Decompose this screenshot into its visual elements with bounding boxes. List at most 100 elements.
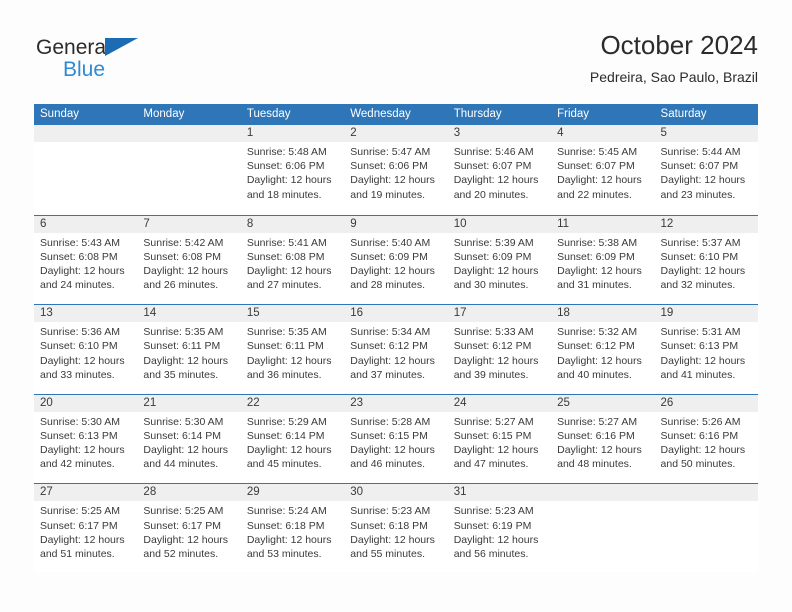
day-detail-line: Daylight: 12 hours: [453, 533, 539, 546]
day-details: Sunrise: 5:30 AM Sunset: 6:14 PM Daylight:…: [137, 411, 241, 483]
day-details: Sunrise: 5:44 AM Sunset: 6:07 PM Daylight:…: [654, 142, 758, 213]
day-cell-24[interactable]: 24 Sunrise: 5:27 AM Sunset: 6:15 PM Dayligh…: [447, 394, 552, 484]
day-detail-line: Sunset: 6:06 PM: [246, 160, 325, 173]
day-details: Sunrise: 5:35 AM Sunset: 6:11 PM Daylight:…: [240, 322, 345, 394]
day-cell-19[interactable]: 19 Sunrise: 5:31 AM Sunset: 6:13 PM Dayligh…: [654, 305, 758, 394]
day-detail-line: Daylight: 12 hours: [40, 533, 125, 546]
day-cell-11[interactable]: 11 Sunrise: 5:38 AM Sunset: 6:09 PM Dayligh…: [551, 215, 655, 305]
day-number: 15: [240, 305, 345, 323]
day-number: [551, 484, 655, 502]
day-detail-line: Sunrise: 5:30 AM: [40, 415, 120, 428]
day-details: [551, 501, 655, 573]
day-cell-6[interactable]: 6 Sunrise: 5:43 AM Sunset: 6:08 PM Daylight…: [34, 215, 138, 305]
day-cell-7[interactable]: 7 Sunrise: 5:42 AM Sunset: 6:08 PM Daylight…: [137, 215, 241, 305]
day-detail-line: Sunset: 6:19 PM: [453, 519, 532, 532]
weekday-header-wednesday: Wednesday: [350, 108, 411, 120]
day-details: Sunrise: 5:41 AM Sunset: 6:08 PM Daylight:…: [240, 232, 345, 304]
day-cell-3[interactable]: 3 Sunrise: 5:46 AM Sunset: 6:07 PM Daylight…: [447, 125, 552, 215]
day-cell-20[interactable]: 20 Sunrise: 5:30 AM Sunset: 6:13 PM Dayligh…: [34, 394, 138, 484]
day-cell-23[interactable]: 23 Sunrise: 5:28 AM Sunset: 6:15 PM Dayligh…: [344, 394, 448, 484]
day-detail-line: and 22 minutes.: [557, 188, 632, 201]
brand-logo[interactable]: General Blue: [34, 28, 234, 88]
day-number: 22: [240, 394, 345, 412]
day-detail-line: Sunset: 6:11 PM: [246, 340, 324, 353]
day-detail-line: Sunrise: 5:35 AM: [246, 326, 327, 339]
day-cell-14[interactable]: 14 Sunrise: 5:35 AM Sunset: 6:11 PM Dayligh…: [137, 305, 241, 394]
weekday-header-monday: Monday: [143, 108, 185, 120]
brand-triangle-icon: [105, 38, 138, 56]
day-detail-line: Sunset: 6:16 PM: [557, 429, 635, 442]
day-details: Sunrise: 5:43 AM Sunset: 6:08 PM Daylight:…: [34, 232, 138, 304]
day-detail-line: Sunset: 6:15 PM: [453, 429, 532, 442]
day-cell-29[interactable]: 29 Sunrise: 5:24 AM Sunset: 6:18 PM Dayligh…: [240, 484, 345, 573]
day-detail-line: and 53 minutes.: [246, 547, 322, 560]
day-detail-line: Sunrise: 5:42 AM: [143, 236, 224, 249]
day-cell-27[interactable]: 27 Sunrise: 5:25 AM Sunset: 6:17 PM Dayligh…: [34, 484, 138, 573]
day-cell-15[interactable]: 15 Sunrise: 5:35 AM Sunset: 6:11 PM Dayligh…: [240, 305, 345, 394]
day-detail-line: Sunset: 6:12 PM: [453, 340, 532, 353]
day-cell-21[interactable]: 21 Sunrise: 5:30 AM Sunset: 6:14 PM Dayligh…: [137, 394, 241, 484]
day-cell-empty: [34, 125, 138, 215]
day-detail-line: Sunrise: 5:26 AM: [660, 415, 741, 428]
day-cell-31[interactable]: 31 Sunrise: 5:23 AM Sunset: 6:19 PM Dayligh…: [447, 484, 552, 573]
day-detail-line: Sunrise: 5:30 AM: [143, 415, 224, 428]
day-details: Sunrise: 5:37 AM Sunset: 6:10 PM Daylight:…: [654, 232, 758, 304]
day-cell-4[interactable]: 4 Sunrise: 5:45 AM Sunset: 6:07 PM Daylight…: [551, 125, 655, 215]
brand-name-top: General: [36, 36, 111, 59]
day-details: [654, 501, 758, 573]
day-cell-22[interactable]: 22 Sunrise: 5:29 AM Sunset: 6:14 PM Dayligh…: [240, 394, 345, 484]
day-details: Sunrise: 5:34 AM Sunset: 6:12 PM Daylight:…: [344, 322, 448, 394]
day-detail-line: Sunset: 6:13 PM: [40, 429, 118, 442]
day-detail-line: Daylight: 12 hours: [557, 444, 642, 457]
day-cell-30[interactable]: 30 Sunrise: 5:23 AM Sunset: 6:18 PM Dayligh…: [344, 484, 448, 573]
day-details: Sunrise: 5:23 AM Sunset: 6:18 PM Daylight:…: [344, 501, 448, 573]
day-number: 18: [551, 305, 655, 323]
day-detail-line: Daylight: 12 hours: [557, 174, 642, 187]
day-detail-line: Daylight: 12 hours: [40, 354, 125, 367]
day-detail-line: Daylight: 12 hours: [246, 533, 332, 546]
day-details: Sunrise: 5:38 AM Sunset: 6:09 PM Daylight:…: [551, 232, 655, 304]
day-cell-18[interactable]: 18 Sunrise: 5:32 AM Sunset: 6:12 PM Dayligh…: [551, 305, 655, 394]
day-cell-2[interactable]: 2 Sunrise: 5:47 AM Sunset: 6:06 PM Daylight…: [344, 125, 448, 215]
day-detail-line: Sunrise: 5:31 AM: [660, 326, 741, 339]
day-detail-line: and 41 minutes.: [660, 368, 736, 381]
day-number: 17: [447, 305, 552, 323]
day-detail-line: and 37 minutes.: [350, 368, 425, 381]
day-cell-25[interactable]: 25 Sunrise: 5:27 AM Sunset: 6:16 PM Dayligh…: [551, 394, 655, 484]
title-block: October 2024 Pedreira, Sao Paulo, Brazil: [590, 28, 758, 88]
day-detail-line: Sunset: 6:17 PM: [40, 519, 118, 532]
day-details: Sunrise: 5:33 AM Sunset: 6:12 PM Daylight:…: [447, 322, 552, 394]
day-detail-line: Sunrise: 5:28 AM: [350, 415, 431, 428]
day-cell-13[interactable]: 13 Sunrise: 5:36 AM Sunset: 6:10 PM Dayligh…: [34, 305, 138, 394]
day-cell-9[interactable]: 9 Sunrise: 5:40 AM Sunset: 6:09 PM Daylight…: [344, 215, 448, 305]
day-cell-8[interactable]: 8 Sunrise: 5:41 AM Sunset: 6:08 PM Daylight…: [240, 215, 345, 305]
day-cell-12[interactable]: 12 Sunrise: 5:37 AM Sunset: 6:10 PM Dayligh…: [654, 215, 758, 305]
day-detail-line: Sunrise: 5:45 AM: [557, 146, 638, 158]
day-number: 29: [240, 484, 345, 502]
day-detail-line: and 31 minutes.: [557, 279, 632, 292]
day-number: 27: [34, 484, 138, 502]
day-number: 31: [447, 484, 552, 502]
weekday-header-tuesday: Tuesday: [246, 108, 291, 120]
day-number: 14: [137, 305, 241, 323]
day-number: [654, 484, 758, 502]
day-number: 21: [137, 394, 241, 412]
day-detail-line: Sunrise: 5:32 AM: [557, 326, 638, 339]
day-detail-line: Sunrise: 5:36 AM: [40, 326, 120, 339]
day-cell-28[interactable]: 28 Sunrise: 5:25 AM Sunset: 6:17 PM Dayligh…: [137, 484, 241, 573]
day-cell-10[interactable]: 10 Sunrise: 5:39 AM Sunset: 6:09 PM Dayligh…: [447, 215, 552, 305]
day-cell-5[interactable]: 5 Sunrise: 5:44 AM Sunset: 6:07 PM Daylight…: [654, 125, 758, 215]
day-cell-26[interactable]: 26 Sunrise: 5:26 AM Sunset: 6:16 PM Dayligh…: [654, 394, 758, 484]
day-details: Sunrise: 5:30 AM Sunset: 6:13 PM Daylight:…: [34, 411, 138, 483]
day-details: Sunrise: 5:27 AM Sunset: 6:16 PM Daylight:…: [551, 411, 655, 483]
day-detail-line: Sunrise: 5:40 AM: [350, 236, 431, 249]
day-detail-line: Sunrise: 5:29 AM: [246, 415, 327, 428]
day-detail-line: Sunset: 6:15 PM: [350, 429, 428, 442]
day-cell-1[interactable]: 1 Sunrise: 5:48 AM Sunset: 6:06 PM Daylight…: [240, 125, 345, 215]
day-cell-17[interactable]: 17 Sunrise: 5:33 AM Sunset: 6:12 PM Dayligh…: [447, 305, 552, 394]
day-detail-line: Sunrise: 5:44 AM: [660, 146, 741, 158]
day-number: 11: [551, 215, 655, 233]
day-cell-16[interactable]: 16 Sunrise: 5:34 AM Sunset: 6:12 PM Dayligh…: [344, 305, 448, 394]
day-detail-line: Sunset: 6:06 PM: [350, 160, 428, 173]
day-detail-line: and 20 minutes.: [453, 188, 529, 201]
